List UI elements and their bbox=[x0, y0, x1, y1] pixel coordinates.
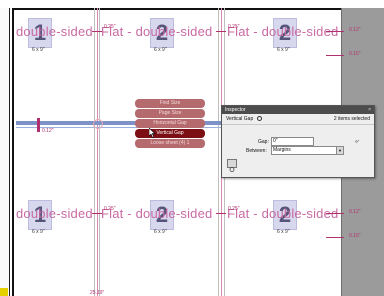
context-menu-item[interactable]: Page Size bbox=[135, 109, 205, 118]
dimension-line bbox=[326, 213, 344, 214]
gap-label: Gap: bbox=[258, 139, 269, 145]
page-size-label: 6 x 9" bbox=[277, 229, 290, 235]
dimension-label: 0.25" bbox=[104, 206, 116, 212]
inspector-titlebar[interactable]: Inspector × bbox=[222, 106, 374, 114]
link-icon[interactable] bbox=[354, 138, 360, 144]
dimension-line bbox=[92, 213, 102, 214]
page-size-label: 6 x 9" bbox=[32, 47, 45, 53]
dimension-line bbox=[216, 213, 226, 214]
context-menu: Find Size Page Size Horizontal Gap Verti… bbox=[135, 99, 205, 149]
chevron-down-icon[interactable]: ▼ bbox=[336, 147, 343, 154]
master-label: Flat - double-sided bbox=[101, 206, 213, 221]
dimension-label: 0.12" bbox=[349, 209, 361, 215]
master-label: Flat - double-sided bbox=[227, 206, 339, 221]
crosshair-marker bbox=[93, 119, 103, 129]
inspector-title: Inspector bbox=[225, 107, 246, 113]
dimension-label: 0.15" bbox=[349, 233, 361, 239]
context-menu-item[interactable]: Loose sheet (4) 1 bbox=[135, 139, 205, 148]
close-icon[interactable]: × bbox=[368, 106, 371, 114]
guide-vertical bbox=[94, 8, 95, 296]
page-size-label: 6 x 9" bbox=[32, 229, 45, 235]
dimension-label: 0.15" bbox=[349, 51, 361, 57]
dimension-label: 25.19" bbox=[90, 290, 105, 296]
context-menu-item-active[interactable]: Vertical Gap bbox=[135, 129, 205, 138]
master-label: Flat - double-sided bbox=[101, 24, 213, 39]
left-panel-edge bbox=[0, 8, 10, 296]
dimension-label: 0.25" bbox=[104, 24, 116, 30]
between-select[interactable]: Margins ▼ bbox=[271, 146, 344, 155]
dimension-label: 0.12" bbox=[42, 128, 54, 134]
dimension-line bbox=[326, 55, 344, 56]
dimension-line bbox=[92, 31, 102, 32]
dimension-label: 0.25" bbox=[228, 206, 240, 212]
dimension-line bbox=[326, 237, 344, 238]
page-size-label: 6 x 9" bbox=[277, 47, 290, 53]
guide-vertical bbox=[218, 8, 219, 296]
inspector-header-row: Vertical Gap 2 items selected bbox=[222, 114, 374, 125]
between-value: Margins bbox=[273, 147, 291, 153]
context-menu-item[interactable]: Find Size bbox=[135, 99, 205, 108]
master-label: double-sided bbox=[16, 206, 93, 221]
guide-vertical bbox=[99, 8, 100, 296]
chevron-circle-icon[interactable] bbox=[256, 116, 262, 122]
between-label: Between: bbox=[246, 148, 267, 154]
inspector-panel: Inspector × Vertical Gap 2 items selecte… bbox=[221, 105, 375, 178]
section-title: Vertical Gap bbox=[226, 116, 254, 122]
indent-marker bbox=[37, 118, 40, 132]
settings-icon[interactable] bbox=[227, 159, 237, 172]
mouse-cursor-icon bbox=[149, 128, 156, 138]
master-label: Flat - double-sided bbox=[227, 24, 339, 39]
dimension-line bbox=[326, 31, 344, 32]
dimension-label: 0.12" bbox=[349, 27, 361, 33]
dimension-line bbox=[216, 31, 226, 32]
selection-status: 2 items selected bbox=[333, 116, 370, 122]
master-label: double-sided bbox=[16, 24, 93, 39]
dimension-label: 0.25" bbox=[228, 24, 240, 30]
gap-field[interactable]: 0" bbox=[271, 137, 314, 146]
context-menu-item[interactable]: Horizontal Gap bbox=[135, 119, 205, 128]
guide-vertical bbox=[97, 8, 98, 296]
left-panel-marker bbox=[0, 288, 8, 296]
page-size-label: 6 x 9" bbox=[154, 47, 167, 53]
page-size-label: 6 x 9" bbox=[154, 229, 167, 235]
